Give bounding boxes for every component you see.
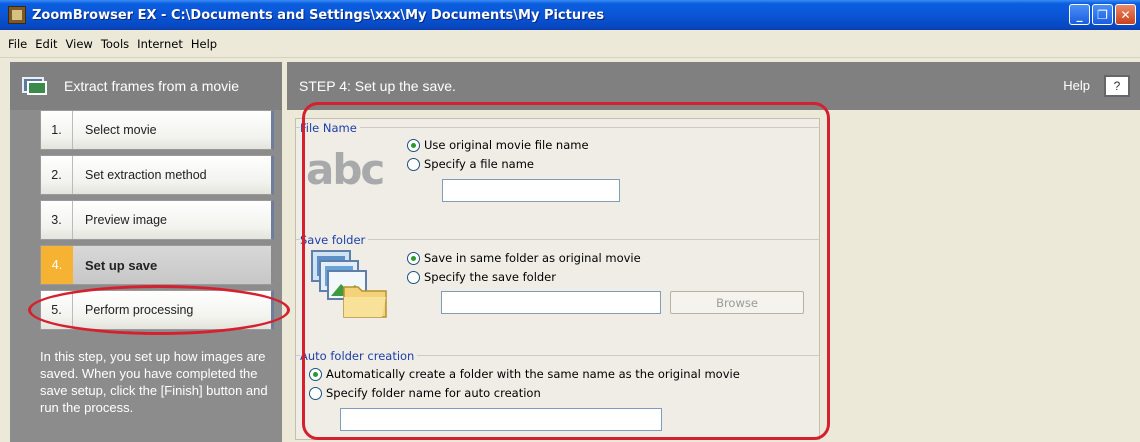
main-panel: STEP 4: Set up the save. Help ? File Nam… — [287, 62, 1140, 442]
minimize-button[interactable]: _ — [1069, 4, 1090, 25]
menu-internet[interactable]: Internet — [133, 37, 187, 51]
radio-dot[interactable] — [309, 386, 322, 400]
radio-label: Specify folder name for auto creation — [326, 386, 541, 400]
window-title: ZoomBrowser EX - C:\Documents and Settin… — [32, 7, 605, 23]
step-number: 5. — [41, 291, 73, 329]
divider — [296, 127, 819, 128]
auto-folder-title: Auto folder creation — [300, 349, 418, 363]
auto-folder-section: Auto folder creation Automatically creat… — [296, 347, 819, 439]
radio-label: Specify the save folder — [424, 270, 556, 284]
menu-edit[interactable]: Edit — [31, 37, 61, 51]
step-label: Perform processing — [85, 303, 194, 317]
window-controls: _ ❐ ✕ — [1069, 4, 1136, 25]
divider — [296, 239, 819, 240]
step-number: 4. — [41, 246, 73, 284]
step-number: 3. — [41, 201, 73, 239]
file-name-input[interactable] — [442, 179, 620, 202]
step-set-extraction-method[interactable]: 2. Set extraction method — [40, 155, 274, 195]
help-label[interactable]: Help — [1063, 78, 1090, 93]
step-description: In this step, you set up how images are … — [40, 349, 268, 415]
radio-label: Save in same folder as original movie — [424, 251, 641, 265]
radio-label: Use original movie file name — [424, 138, 589, 152]
radio-specify-file-name[interactable]: Specify a file name — [407, 157, 534, 171]
radio-label: Specify a file name — [424, 157, 534, 171]
menu-bar: File Edit View Tools Internet Help — [0, 30, 1140, 58]
radio-use-original-name[interactable]: Use original movie file name — [407, 138, 589, 152]
step-set-up-save[interactable]: 4. Set up save — [40, 245, 274, 285]
step-header: STEP 4: Set up the save. Help ? — [287, 62, 1140, 110]
title-bar: ZoomBrowser EX - C:\Documents and Settin… — [0, 0, 1140, 30]
radio-dot[interactable] — [407, 270, 420, 284]
save-settings-panel: File Name abc Use original movie file na… — [295, 118, 820, 440]
sidebar-header: Extract frames from a movie — [10, 62, 282, 110]
step-perform-processing[interactable]: 5. Perform processing — [40, 290, 274, 330]
menu-file[interactable]: File — [4, 37, 31, 51]
file-name-section: File Name abc Use original movie file na… — [296, 119, 819, 231]
auto-folder-name-input[interactable] — [340, 408, 662, 431]
save-folder-section: Save folder Save in same folder as origi… — [296, 231, 819, 347]
radio-dot[interactable] — [407, 138, 420, 152]
menu-help[interactable]: Help — [187, 37, 221, 51]
radio-dot[interactable] — [309, 367, 322, 381]
step-title: STEP 4: Set up the save. — [299, 78, 456, 94]
abc-icon: abc — [306, 145, 396, 195]
app-icon[interactable] — [8, 6, 26, 24]
task-sidebar: Extract frames from a movie 1. Select mo… — [10, 62, 282, 442]
step-label: Set extraction method — [85, 168, 207, 182]
abc-icon-text: abc — [306, 145, 385, 194]
save-folder-title: Save folder — [300, 233, 369, 247]
step-preview-image[interactable]: 3. Preview image — [40, 200, 274, 240]
radio-auto-create-folder[interactable]: Automatically create a folder with the s… — [309, 367, 740, 381]
step-select-movie[interactable]: 1. Select movie — [40, 110, 274, 150]
folder-images-icon — [311, 250, 387, 318]
radio-save-same-folder[interactable]: Save in same folder as original movie — [407, 251, 641, 265]
menu-view[interactable]: View — [62, 37, 97, 51]
step-label: Set up save — [85, 257, 158, 273]
step-label: Select movie — [85, 123, 157, 137]
save-folder-input[interactable] — [441, 291, 661, 314]
radio-specify-auto-folder-name[interactable]: Specify folder name for auto creation — [309, 386, 541, 400]
step-label: Preview image — [85, 213, 167, 227]
maximize-button[interactable]: ❐ — [1092, 4, 1113, 25]
file-name-title: File Name — [300, 121, 360, 135]
radio-dot[interactable] — [407, 157, 420, 171]
step-number: 1. — [41, 111, 73, 149]
extract-frames-icon — [22, 75, 48, 97]
sidebar-title: Extract frames from a movie — [64, 78, 240, 94]
radio-dot[interactable] — [407, 251, 420, 265]
radio-specify-save-folder[interactable]: Specify the save folder — [407, 270, 556, 284]
close-button[interactable]: ✕ — [1115, 4, 1136, 25]
radio-label: Automatically create a folder with the s… — [326, 367, 740, 381]
step-number: 2. — [41, 156, 73, 194]
browse-button[interactable]: Browse — [670, 291, 804, 314]
help-button[interactable]: ? — [1104, 75, 1130, 97]
menu-tools[interactable]: Tools — [97, 37, 133, 51]
